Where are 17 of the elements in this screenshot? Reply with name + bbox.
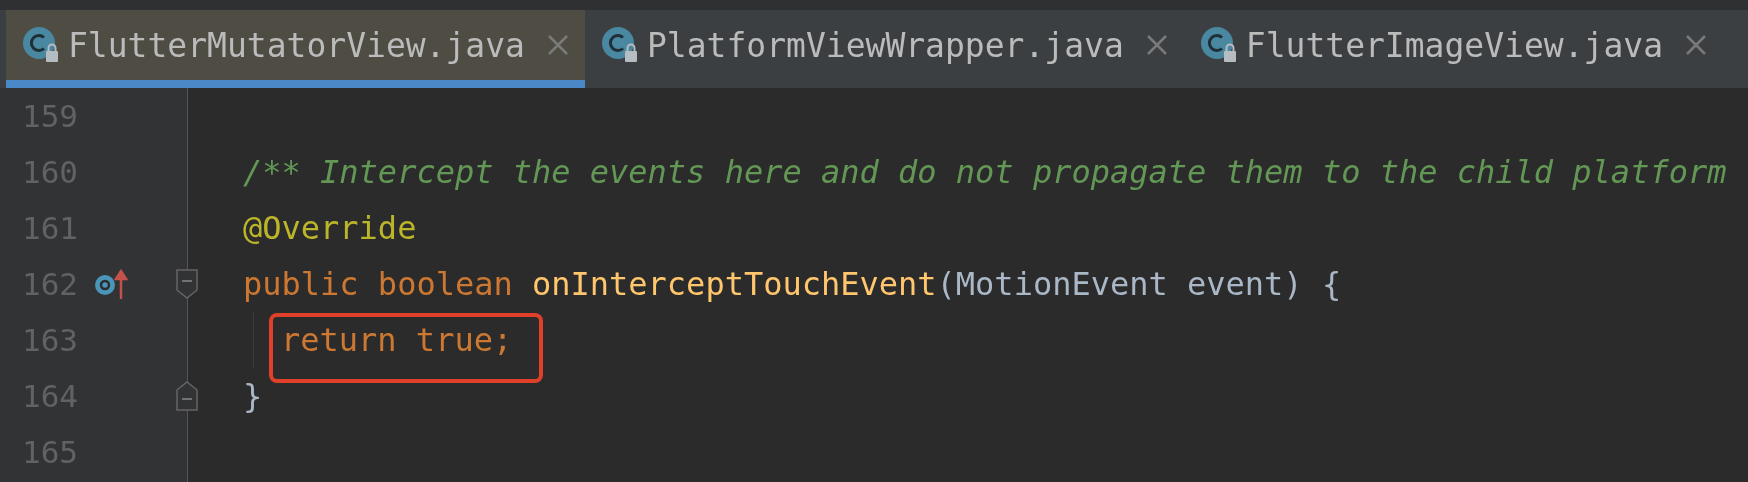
fold-icon[interactable]: [175, 380, 199, 412]
close-icon[interactable]: [1685, 34, 1708, 56]
override-marker-icon[interactable]: [94, 267, 128, 301]
code-line: @Override: [243, 209, 417, 247]
code-line: public boolean onInterceptTouchEvent(MotionEvent event) {: [243, 265, 1342, 303]
fold-icon[interactable]: [175, 268, 199, 300]
code-line: /** Intercept the events here and do not propagate them to the child platform: [243, 153, 1727, 191]
close-icon[interactable]: [1145, 34, 1168, 56]
editor-tab[interactable]: PlatformViewWrapper.java: [584, 10, 1184, 88]
editor-tab[interactable]: FlutterImageView.java: [1183, 10, 1724, 88]
close-icon[interactable]: [546, 34, 569, 56]
code-line: }: [243, 377, 263, 415]
code-line: return true;: [281, 321, 513, 359]
editor-tab[interactable]: FlutterMutatorView.java: [6, 10, 585, 88]
class-icon: [22, 26, 60, 64]
class-icon: [600, 26, 639, 64]
class-icon: [1199, 26, 1238, 64]
